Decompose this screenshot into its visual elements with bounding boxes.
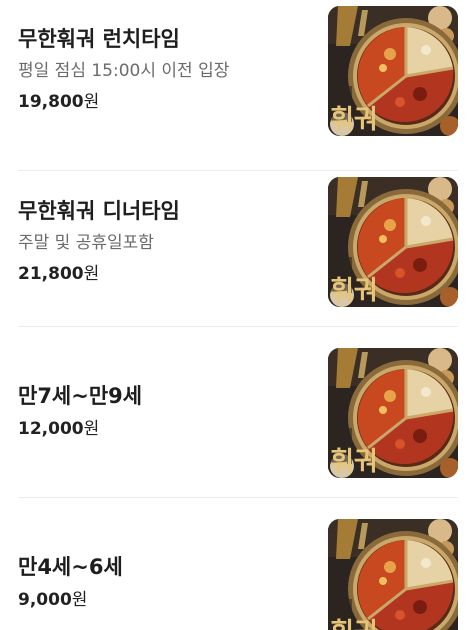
menu-item-age-4-6[interactable]: 만4세~6세 9,000원 xyxy=(0,498,470,630)
menu-item-name: 무한훠궈 디너타임 xyxy=(18,199,180,223)
hotpot-image: 훠궈 xyxy=(328,177,458,307)
menu-item-age-7-9[interactable]: 만7세~만9세 12,000원 훠궈 xyxy=(0,327,470,498)
image-calligraphy-text: 훠궈 xyxy=(330,276,378,306)
menu-item-lunch[interactable]: 무한훠궈 런치타임 평일 점심 15:00시 이전 입장 19,800원 훠궈 xyxy=(0,0,470,171)
menu-item-price: 19,800원 xyxy=(18,90,308,114)
menu-item-price: 21,800원 xyxy=(18,262,308,286)
image-calligraphy-text: 훠궈 xyxy=(330,105,378,135)
menu-item-dinner[interactable]: 무한훠궈 디너타임 주말 및 공휴일포함 21,800원 훠궈 xyxy=(0,156,470,327)
menu-item-text: 만7세~만9세 12,000원 xyxy=(18,382,308,441)
price-amount: 19,800 xyxy=(18,92,84,112)
hotpot-image: 훠궈 xyxy=(328,519,458,630)
menu-item-text: 무한훠궈 런치타임 평일 점심 15:00시 이전 입장 19,800원 xyxy=(18,25,308,114)
menu-item-price: 12,000원 xyxy=(18,417,308,441)
price-amount: 9,000 xyxy=(18,590,72,610)
image-calligraphy-text: 훠궈 xyxy=(330,618,378,630)
hotpot-image: 훠궈 xyxy=(328,348,458,478)
price-unit: 원 xyxy=(71,590,88,610)
menu-list: 무한훠궈 런치타임 평일 점심 15:00시 이전 입장 19,800원 훠궈 … xyxy=(0,0,470,630)
price-amount: 21,800 xyxy=(18,264,84,284)
menu-item-name: 만7세~만9세 xyxy=(18,384,143,408)
hotpot-image: 훠궈 xyxy=(328,6,458,136)
price-amount: 12,000 xyxy=(18,419,84,439)
menu-item-name: 만4세~6세 xyxy=(18,555,123,579)
price-unit: 원 xyxy=(83,264,100,284)
image-calligraphy-text: 훠궈 xyxy=(330,447,378,477)
price-unit: 원 xyxy=(83,92,100,112)
menu-item-price: 9,000원 xyxy=(18,588,308,612)
menu-item-photo: 훠궈 xyxy=(328,6,458,136)
menu-item-description: 주말 및 공휴일포함 xyxy=(18,233,154,253)
menu-item-description: 평일 점심 15:00시 이전 입장 xyxy=(18,61,230,81)
menu-item-photo: 훠궈 xyxy=(328,177,458,307)
menu-item-photo: 훠궈 xyxy=(328,519,458,630)
price-unit: 원 xyxy=(83,419,100,439)
menu-item-text: 만4세~6세 9,000원 xyxy=(18,553,308,612)
menu-item-photo: 훠궈 xyxy=(328,348,458,478)
menu-item-text: 무한훠궈 디너타임 주말 및 공휴일포함 21,800원 xyxy=(18,197,308,286)
menu-item-name: 무한훠궈 런치타임 xyxy=(18,27,180,51)
